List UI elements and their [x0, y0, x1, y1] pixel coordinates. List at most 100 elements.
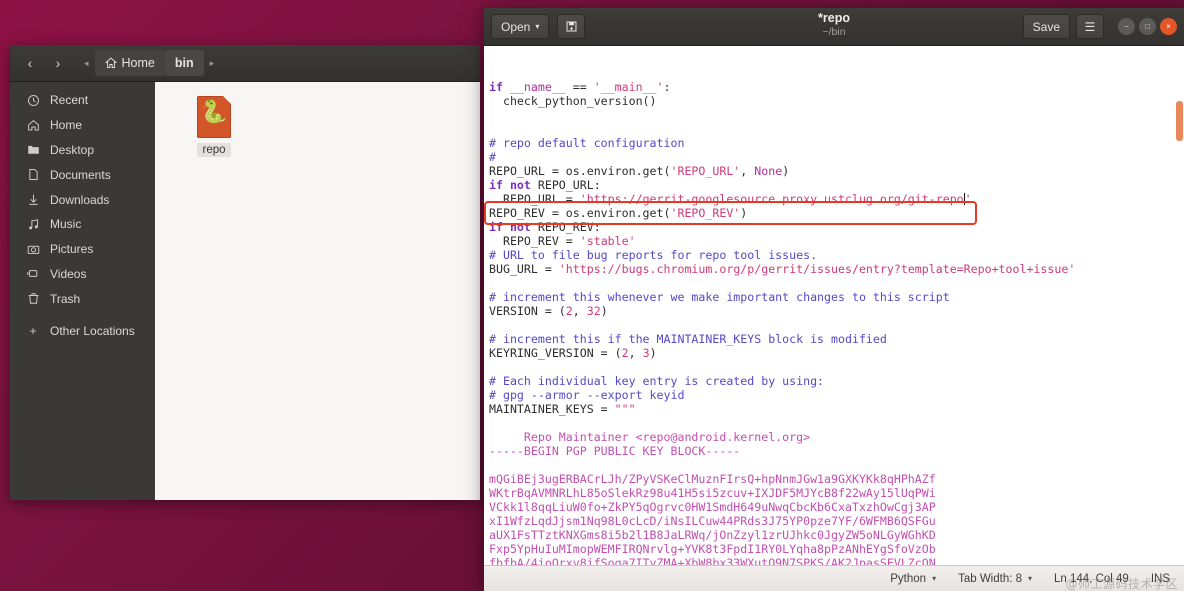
- sidebar-item-trash[interactable]: Trash: [10, 286, 155, 311]
- sidebar-item-documents[interactable]: Documents: [10, 162, 155, 187]
- sidebar-item-home-label: Home: [44, 118, 82, 132]
- code-line: # increment this whenever we make import…: [486, 290, 1184, 304]
- python-snake-glyph: 🐍: [197, 102, 231, 124]
- close-icon: ×: [1166, 23, 1171, 31]
- sidebar-item-videos[interactable]: Videos: [10, 262, 155, 287]
- chevron-down-icon: ▾: [1028, 574, 1032, 583]
- code-line: if not REPO_URL:: [486, 178, 1184, 192]
- code-line: VCkk1l8qqLiuW0fo+ZkPY5qOgrvc0HW1SmdH649u…: [486, 500, 1184, 514]
- code-line: [486, 276, 1184, 290]
- file-list-area[interactable]: 🐍 repo: [155, 82, 480, 500]
- code-line: [486, 416, 1184, 430]
- code-line: -----BEGIN PGP PUBLIC KEY BLOCK-----: [486, 444, 1184, 458]
- breadcrumb-left-arrow-icon[interactable]: ◂: [78, 58, 95, 69]
- code-line: # increment this if the MAINTAINER_KEYS …: [486, 332, 1184, 346]
- code-line: Repo Maintainer <repo@android.kernel.org…: [486, 430, 1184, 444]
- code-line: BUG_URL = 'https://bugs.chromium.org/p/g…: [486, 262, 1184, 276]
- code-line: check_python_version(): [486, 94, 1184, 108]
- breadcrumb-item-bin[interactable]: bin: [165, 50, 204, 76]
- download-arrow-icon: [22, 193, 44, 206]
- sidebar-item-downloads-label: Downloads: [44, 193, 109, 207]
- editor-scrollbar[interactable]: [1174, 46, 1184, 565]
- sidebar-item-other-locations[interactable]: + Other Locations: [10, 318, 155, 343]
- save-disk-icon: [565, 20, 578, 33]
- breadcrumb-bin-label: bin: [175, 56, 194, 70]
- save-as-button[interactable]: [557, 14, 585, 39]
- tab-width-selector[interactable]: Tab Width: 8 ▾: [958, 573, 1032, 585]
- close-button[interactable]: ×: [1160, 18, 1177, 35]
- code-line: # repo default configuration: [486, 136, 1184, 150]
- plus-icon: +: [22, 324, 44, 338]
- code-line: mQGiBEj3ugERBACrLJh/ZPyVSKeClMuznFIrsQ+h…: [486, 472, 1184, 486]
- file-manager-window[interactable]: ‹ › ◂ Home bin ▸ Recent: [10, 45, 480, 500]
- headerbar-right-group: Save ☰ − □ ×: [1023, 14, 1177, 39]
- insert-mode-indicator[interactable]: INS: [1151, 573, 1170, 585]
- code-line: REPO_URL = 'https://gerrit-googlesource.…: [486, 192, 1184, 206]
- code-line: if __name__ == '__main__':: [486, 80, 1184, 94]
- sidebar-item-home[interactable]: Home: [10, 113, 155, 138]
- code-editor-text-area[interactable]: if __name__ == '__main__': check_python_…: [484, 46, 1184, 565]
- code-line: [486, 458, 1184, 472]
- save-button[interactable]: Save: [1023, 14, 1070, 39]
- text-editor-window[interactable]: Open ▾ *repo ~/bin Save ☰ − □ ×: [484, 8, 1184, 591]
- maximize-button[interactable]: □: [1139, 18, 1156, 35]
- code-line: REPO_REV = os.environ.get('REPO_REV'): [486, 206, 1184, 220]
- code-line: aUX1FsTTztKNXGms8i5b2l1B8JaLRWq/jOnZzyl1…: [486, 528, 1184, 542]
- breadcrumb-item-home[interactable]: Home: [95, 50, 165, 76]
- breadcrumb-right-arrow-icon[interactable]: ▸: [204, 58, 221, 69]
- editor-scrollbar-thumb[interactable]: [1176, 101, 1183, 141]
- code-line: xI1WfzLqdJjsm1Nq98L0cLcD/iNsILCuw44PRds3…: [486, 514, 1184, 528]
- chevron-down-icon: ▾: [535, 22, 539, 31]
- sidebar-item-pictures-label: Pictures: [44, 242, 93, 256]
- music-note-icon: [22, 218, 44, 231]
- file-manager-sidebar: Recent Home Desktop Documents: [10, 82, 155, 500]
- open-button[interactable]: Open ▾: [491, 14, 549, 39]
- cursor-position: Ln 144, Col 49: [1054, 573, 1129, 585]
- code-line: #: [486, 150, 1184, 164]
- code-lines-container: if __name__ == '__main__': check_python_…: [486, 80, 1184, 565]
- code-line: if not REPO_REV:: [486, 220, 1184, 234]
- maximize-icon: □: [1145, 23, 1150, 31]
- forward-button[interactable]: ›: [44, 51, 72, 76]
- clock-icon: [22, 94, 44, 107]
- editor-statusbar: Python ▾ Tab Width: 8 ▾ Ln 144, Col 49 I…: [484, 565, 1184, 591]
- insert-mode-label: INS: [1151, 573, 1170, 585]
- code-line: [486, 360, 1184, 374]
- language-label: Python: [890, 573, 926, 585]
- sidebar-item-documents-label: Documents: [44, 168, 111, 182]
- sidebar-item-other-locations-label: Other Locations: [44, 324, 135, 338]
- sidebar-item-music-label: Music: [44, 217, 81, 231]
- sidebar-item-desktop[interactable]: Desktop: [10, 138, 155, 163]
- back-button[interactable]: ‹: [16, 51, 44, 76]
- sidebar-item-downloads[interactable]: Downloads: [10, 187, 155, 212]
- folder-icon: [22, 143, 44, 156]
- python-file-icon: 🐍: [197, 96, 231, 138]
- language-selector[interactable]: Python ▾: [890, 573, 936, 585]
- code-line: [486, 318, 1184, 332]
- code-line: Fxp5YpHuIuMImopWEMFIRQNrvlg+YVK8t3FpdI1R…: [486, 542, 1184, 556]
- file-item-repo[interactable]: 🐍 repo: [175, 96, 253, 157]
- code-line: REPO_URL = os.environ.get('REPO_URL', No…: [486, 164, 1184, 178]
- chevron-down-icon: ▾: [932, 574, 936, 583]
- code-line: REPO_REV = 'stable': [486, 234, 1184, 248]
- hamburger-menu-button[interactable]: ☰: [1076, 14, 1104, 39]
- camera-icon: [22, 243, 44, 256]
- code-line: # Each individual key entry is created b…: [486, 374, 1184, 388]
- sidebar-divider: [10, 311, 155, 318]
- cursor-position-label: Ln 144, Col 49: [1054, 573, 1129, 585]
- home-icon: [22, 119, 44, 132]
- hamburger-icon: ☰: [1085, 20, 1096, 34]
- file-item-label: repo: [197, 143, 230, 157]
- sidebar-item-music[interactable]: Music: [10, 212, 155, 237]
- minimize-button[interactable]: −: [1118, 18, 1135, 35]
- save-button-label: Save: [1033, 20, 1060, 34]
- code-line: # gpg --armor --export keyid: [486, 388, 1184, 402]
- chevron-right-icon: ›: [56, 55, 61, 71]
- sidebar-item-recent[interactable]: Recent: [10, 88, 155, 113]
- code-line: # URL to file bug reports for repo tool …: [486, 248, 1184, 262]
- minimize-icon: −: [1124, 23, 1129, 31]
- sidebar-item-pictures[interactable]: Pictures: [10, 237, 155, 262]
- video-icon: [22, 267, 44, 280]
- trash-icon: [22, 292, 44, 305]
- window-controls: − □ ×: [1118, 18, 1177, 35]
